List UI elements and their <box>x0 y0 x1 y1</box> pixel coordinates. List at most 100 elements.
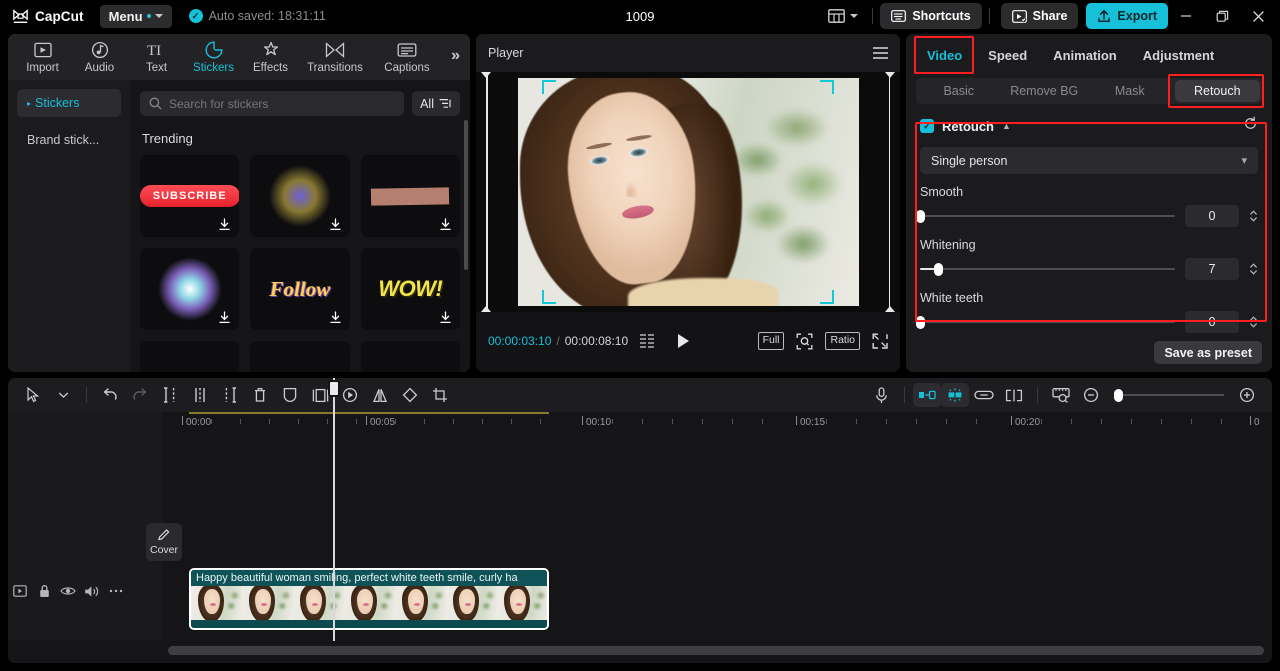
slider-knob[interactable] <box>916 209 925 223</box>
video-track-icon[interactable] <box>8 579 32 603</box>
tab-text[interactable]: TI Text <box>128 35 185 79</box>
select-tool-icon[interactable] <box>18 381 48 409</box>
sticker-subscribe[interactable]: SUBSCRIBE <box>140 155 240 237</box>
download-icon[interactable] <box>439 218 452 231</box>
save-as-preset-button[interactable]: Save as preset <box>1154 341 1262 364</box>
auto-beat-icon[interactable] <box>941 383 969 407</box>
auto-cut-icon[interactable] <box>913 383 941 407</box>
tab-import[interactable]: Import <box>14 35 71 79</box>
delete-icon[interactable] <box>245 381 275 409</box>
export-button[interactable]: Export <box>1086 3 1168 29</box>
tab-audio[interactable]: Audio <box>71 35 128 79</box>
category-stickers[interactable]: ▸ Stickers <box>17 89 121 117</box>
tab-captions[interactable]: Captions <box>371 35 443 79</box>
sticker-row3-2[interactable] <box>250 341 350 372</box>
tab-adjustment[interactable]: Adjustment <box>1130 34 1228 76</box>
fullscreen-icon[interactable] <box>872 333 888 349</box>
filter-button[interactable]: All <box>412 91 460 116</box>
minimize-button[interactable] <box>1168 1 1204 31</box>
slider-knob[interactable] <box>933 262 943 276</box>
selection-handle-bottom-left[interactable] <box>542 290 556 304</box>
download-icon[interactable] <box>218 311 231 324</box>
subtab-basic[interactable]: Basic <box>916 78 1002 104</box>
crop-focus-icon[interactable] <box>796 333 813 350</box>
redo-icon[interactable] <box>125 381 155 409</box>
menu-button[interactable]: Menu <box>99 4 172 28</box>
retouch-checkbox[interactable]: ✓ <box>920 119 934 133</box>
video-preview[interactable] <box>517 78 859 306</box>
whitening-stepper[interactable] <box>1249 262 1258 276</box>
share-button[interactable]: Share <box>1000 3 1079 29</box>
microphone-icon[interactable] <box>866 381 896 409</box>
playhead[interactable] <box>328 378 340 641</box>
lock-icon[interactable] <box>32 579 56 603</box>
smooth-value[interactable]: 0 <box>1185 205 1239 227</box>
search-box[interactable] <box>140 91 405 116</box>
layout-button[interactable] <box>821 5 865 27</box>
sticker-row3-3[interactable] <box>360 341 460 372</box>
subtab-remove-bg[interactable]: Remove BG <box>1002 78 1088 104</box>
category-brand-stickers[interactable]: Brand stick... <box>17 126 121 154</box>
timeline-ruler[interactable]: 00:00 00:05 00:10 00:15 00:20 0 <box>8 412 1272 436</box>
separate-icon[interactable] <box>999 381 1029 409</box>
tab-stickers[interactable]: Stickers <box>185 35 242 79</box>
selection-handle-bottom-right[interactable] <box>820 290 834 304</box>
download-icon[interactable] <box>439 311 452 324</box>
search-input[interactable] <box>169 96 396 111</box>
playhead-handle[interactable] <box>328 380 340 397</box>
chevron-up-icon[interactable]: ▲ <box>1002 121 1011 131</box>
shortcuts-button[interactable]: Shortcuts <box>880 3 982 29</box>
more-icon[interactable] <box>104 579 128 603</box>
download-icon[interactable] <box>329 311 342 324</box>
cover-button[interactable]: Cover <box>146 523 182 561</box>
full-button[interactable]: Full <box>757 332 785 350</box>
stickers-scrollbar[interactable] <box>464 120 468 270</box>
eye-icon[interactable] <box>56 579 80 603</box>
sticker-wow[interactable]: WOW! <box>360 248 460 330</box>
link-icon[interactable] <box>969 381 999 409</box>
white-teeth-slider[interactable] <box>916 315 1175 329</box>
slider-knob[interactable] <box>916 315 925 329</box>
tool-dropdown-icon[interactable] <box>48 381 78 409</box>
whitening-value[interactable]: 7 <box>1185 258 1239 280</box>
tab-transitions[interactable]: Transitions <box>299 35 371 79</box>
download-icon[interactable] <box>218 218 231 231</box>
sticker-firework[interactable] <box>250 155 350 237</box>
volume-icon[interactable] <box>80 579 104 603</box>
crop-icon[interactable] <box>425 381 455 409</box>
sticker-sparkle-burst[interactable] <box>140 248 240 330</box>
selection-handle-top-right[interactable] <box>820 80 834 94</box>
zoom-slider[interactable] <box>1114 388 1224 402</box>
tab-speed[interactable]: Speed <box>975 34 1040 76</box>
smooth-stepper[interactable] <box>1249 209 1258 223</box>
split-left-icon[interactable] <box>155 381 185 409</box>
subtab-mask[interactable]: Mask <box>1087 78 1173 104</box>
download-icon[interactable] <box>329 218 342 231</box>
sticker-row3-1[interactable] <box>140 341 240 372</box>
zoom-knob[interactable] <box>1114 388 1123 402</box>
selection-handle-top-left[interactable] <box>542 80 556 94</box>
undo-icon[interactable] <box>95 381 125 409</box>
sticker-follow[interactable]: Follow <box>250 248 350 330</box>
reset-button[interactable] <box>1243 116 1258 136</box>
smooth-slider[interactable] <box>916 209 1175 223</box>
preview-ruler-icon[interactable] <box>1046 381 1076 409</box>
frames-icon[interactable] <box>640 334 655 348</box>
tab-video[interactable]: Video <box>914 34 975 76</box>
video-clip[interactable]: Happy beautiful woman smiling, perfect w… <box>189 568 549 630</box>
tab-effects[interactable]: Effects <box>242 35 299 79</box>
hamburger-icon[interactable] <box>873 47 888 59</box>
split-icon[interactable] <box>185 381 215 409</box>
mirror-icon[interactable] <box>365 381 395 409</box>
sticker-tape[interactable] <box>360 155 460 237</box>
white-teeth-value[interactable]: 0 <box>1185 311 1239 333</box>
zoom-out-icon[interactable] <box>1076 381 1106 409</box>
retouch-mode-select[interactable]: Single person ▾ <box>920 147 1258 174</box>
more-tabs-button[interactable]: » <box>451 47 460 65</box>
maximize-button[interactable] <box>1204 1 1240 31</box>
close-button[interactable] <box>1240 1 1276 31</box>
mask-shape-icon[interactable] <box>275 381 305 409</box>
zoom-in-icon[interactable] <box>1232 381 1262 409</box>
subtab-retouch[interactable]: Retouch <box>1174 80 1260 102</box>
timeline-horizontal-scrollbar[interactable] <box>168 646 1264 655</box>
